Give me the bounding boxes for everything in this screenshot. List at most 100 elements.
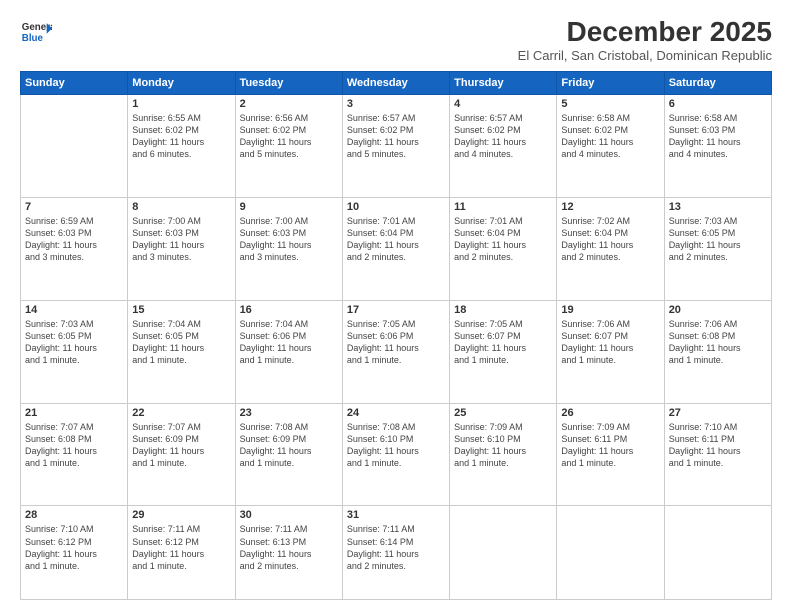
calendar-cell: 3 Sunrise: 6:57 AM Sunset: 6:02 PM Daylig… xyxy=(342,95,449,198)
calendar-cell: 27 Sunrise: 7:10 AM Sunset: 6:11 PM Dayli… xyxy=(664,403,771,506)
calendar-cell: 18Sunrise: 7:05 AM Sunset: 6:07 PM Dayli… xyxy=(450,300,557,403)
calendar-cell: 10 Sunrise: 7:01 AM Sunset: 6:04 PM Dayli… xyxy=(342,197,449,300)
day-info: Sunrise: 7:05 AM Sunset: 6:06 PM Dayligh… xyxy=(347,318,445,367)
day-number: 19 xyxy=(561,304,659,316)
calendar-cell: 4 Sunrise: 6:57 AM Sunset: 6:02 PM Daylig… xyxy=(450,95,557,198)
day-info: Sunrise: 6:57 AM Sunset: 6:02 PM Dayligh… xyxy=(347,112,445,161)
day-info: Sunrise: 7:03 AM Sunset: 6:05 PM Dayligh… xyxy=(25,318,123,367)
weekday-header-monday: Monday xyxy=(128,72,235,95)
weekday-header-row: SundayMondayTuesdayWednesdayThursdayFrid… xyxy=(21,72,772,95)
calendar-cell: 14 Sunrise: 7:03 AM Sunset: 6:05 PM Dayli… xyxy=(21,300,128,403)
calendar-table: SundayMondayTuesdayWednesdayThursdayFrid… xyxy=(20,71,772,600)
day-info: Sunrise: 6:59 AM Sunset: 6:03 PM Dayligh… xyxy=(25,215,123,264)
weekday-header-wednesday: Wednesday xyxy=(342,72,449,95)
calendar-cell: 20Sunrise: 7:06 AM Sunset: 6:08 PM Dayli… xyxy=(664,300,771,403)
day-number: 28 xyxy=(25,509,123,521)
day-number: 14 xyxy=(25,304,123,316)
logo: General Blue xyxy=(20,16,52,48)
day-info: Sunrise: 7:00 AM Sunset: 6:03 PM Dayligh… xyxy=(240,215,338,264)
day-number: 18 xyxy=(454,304,552,316)
calendar-cell: 24Sunrise: 7:08 AM Sunset: 6:10 PM Dayli… xyxy=(342,403,449,506)
calendar-cell: 2 Sunrise: 6:56 AM Sunset: 6:02 PM Daylig… xyxy=(235,95,342,198)
calendar-cell: 17Sunrise: 7:05 AM Sunset: 6:06 PM Dayli… xyxy=(342,300,449,403)
day-number: 15 xyxy=(132,304,230,316)
week-row-1: 7 Sunrise: 6:59 AM Sunset: 6:03 PM Daylig… xyxy=(21,197,772,300)
weekday-header-friday: Friday xyxy=(557,72,664,95)
day-number: 4 xyxy=(454,98,552,110)
day-info: Sunrise: 7:07 AM Sunset: 6:09 PM Dayligh… xyxy=(132,421,230,470)
day-number: 3 xyxy=(347,98,445,110)
calendar-cell: 5Sunrise: 6:58 AM Sunset: 6:02 PM Daylig… xyxy=(557,95,664,198)
location-title: El Carril, San Cristobal, Dominican Repu… xyxy=(518,48,772,63)
day-number: 25 xyxy=(454,407,552,419)
calendar-cell: 8Sunrise: 7:00 AM Sunset: 6:03 PM Daylig… xyxy=(128,197,235,300)
day-info: Sunrise: 7:10 AM Sunset: 6:11 PM Dayligh… xyxy=(669,421,767,470)
day-number: 20 xyxy=(669,304,767,316)
week-row-0: 1 Sunrise: 6:55 AM Sunset: 6:02 PM Daylig… xyxy=(21,95,772,198)
calendar-cell: 21 Sunrise: 7:07 AM Sunset: 6:08 PM Dayli… xyxy=(21,403,128,506)
day-info: Sunrise: 7:11 AM Sunset: 6:13 PM Dayligh… xyxy=(240,523,338,572)
week-row-3: 21 Sunrise: 7:07 AM Sunset: 6:08 PM Dayli… xyxy=(21,403,772,506)
calendar-cell xyxy=(557,506,664,600)
day-info: Sunrise: 7:07 AM Sunset: 6:08 PM Dayligh… xyxy=(25,421,123,470)
month-title: December 2025 xyxy=(518,16,772,48)
day-number: 26 xyxy=(561,407,659,419)
day-number: 23 xyxy=(240,407,338,419)
day-info: Sunrise: 7:11 AM Sunset: 6:14 PM Dayligh… xyxy=(347,523,445,572)
logo-icon: General Blue xyxy=(20,16,52,48)
day-number: 27 xyxy=(669,407,767,419)
calendar-cell: 22 Sunrise: 7:07 AM Sunset: 6:09 PM Dayli… xyxy=(128,403,235,506)
svg-text:Blue: Blue xyxy=(22,33,44,44)
day-number: 12 xyxy=(561,201,659,213)
day-number: 22 xyxy=(132,407,230,419)
calendar-cell: 13 Sunrise: 7:03 AM Sunset: 6:05 PM Dayli… xyxy=(664,197,771,300)
day-number: 21 xyxy=(25,407,123,419)
day-info: Sunrise: 7:03 AM Sunset: 6:05 PM Dayligh… xyxy=(669,215,767,264)
weekday-header-sunday: Sunday xyxy=(21,72,128,95)
week-row-2: 14 Sunrise: 7:03 AM Sunset: 6:05 PM Dayli… xyxy=(21,300,772,403)
day-info: Sunrise: 7:08 AM Sunset: 6:09 PM Dayligh… xyxy=(240,421,338,470)
day-number: 2 xyxy=(240,98,338,110)
calendar-cell: 9 Sunrise: 7:00 AM Sunset: 6:03 PM Daylig… xyxy=(235,197,342,300)
day-number: 1 xyxy=(132,98,230,110)
calendar-cell xyxy=(664,506,771,600)
calendar-cell: 11Sunrise: 7:01 AM Sunset: 6:04 PM Dayli… xyxy=(450,197,557,300)
calendar-cell: 23 Sunrise: 7:08 AM Sunset: 6:09 PM Dayli… xyxy=(235,403,342,506)
calendar-cell: 7 Sunrise: 6:59 AM Sunset: 6:03 PM Daylig… xyxy=(21,197,128,300)
day-info: Sunrise: 7:09 AM Sunset: 6:11 PM Dayligh… xyxy=(561,421,659,470)
day-number: 16 xyxy=(240,304,338,316)
day-info: Sunrise: 6:56 AM Sunset: 6:02 PM Dayligh… xyxy=(240,112,338,161)
day-info: Sunrise: 6:58 AM Sunset: 6:02 PM Dayligh… xyxy=(561,112,659,161)
calendar-cell: 19 Sunrise: 7:06 AM Sunset: 6:07 PM Dayli… xyxy=(557,300,664,403)
day-info: Sunrise: 7:02 AM Sunset: 6:04 PM Dayligh… xyxy=(561,215,659,264)
calendar-cell: 26 Sunrise: 7:09 AM Sunset: 6:11 PM Dayli… xyxy=(557,403,664,506)
calendar-cell: 6Sunrise: 6:58 AM Sunset: 6:03 PM Daylig… xyxy=(664,95,771,198)
day-info: Sunrise: 7:01 AM Sunset: 6:04 PM Dayligh… xyxy=(347,215,445,264)
day-number: 9 xyxy=(240,201,338,213)
page: General Blue December 2025 El Carril, Sa… xyxy=(0,0,792,612)
day-info: Sunrise: 7:10 AM Sunset: 6:12 PM Dayligh… xyxy=(25,523,123,572)
day-info: Sunrise: 7:04 AM Sunset: 6:05 PM Dayligh… xyxy=(132,318,230,367)
day-number: 31 xyxy=(347,509,445,521)
weekday-header-thursday: Thursday xyxy=(450,72,557,95)
day-info: Sunrise: 7:01 AM Sunset: 6:04 PM Dayligh… xyxy=(454,215,552,264)
calendar-cell: 25Sunrise: 7:09 AM Sunset: 6:10 PM Dayli… xyxy=(450,403,557,506)
day-info: Sunrise: 7:11 AM Sunset: 6:12 PM Dayligh… xyxy=(132,523,230,572)
day-number: 6 xyxy=(669,98,767,110)
calendar-cell: 1 Sunrise: 6:55 AM Sunset: 6:02 PM Daylig… xyxy=(128,95,235,198)
calendar-cell xyxy=(21,95,128,198)
day-number: 7 xyxy=(25,201,123,213)
calendar-cell: 16 Sunrise: 7:04 AM Sunset: 6:06 PM Dayli… xyxy=(235,300,342,403)
day-info: Sunrise: 7:06 AM Sunset: 6:07 PM Dayligh… xyxy=(561,318,659,367)
day-number: 10 xyxy=(347,201,445,213)
week-row-4: 28 Sunrise: 7:10 AM Sunset: 6:12 PM Dayli… xyxy=(21,506,772,600)
day-number: 24 xyxy=(347,407,445,419)
day-info: Sunrise: 7:04 AM Sunset: 6:06 PM Dayligh… xyxy=(240,318,338,367)
day-info: Sunrise: 6:57 AM Sunset: 6:02 PM Dayligh… xyxy=(454,112,552,161)
weekday-header-tuesday: Tuesday xyxy=(235,72,342,95)
day-info: Sunrise: 7:00 AM Sunset: 6:03 PM Dayligh… xyxy=(132,215,230,264)
calendar-cell xyxy=(450,506,557,600)
day-number: 13 xyxy=(669,201,767,213)
day-info: Sunrise: 6:55 AM Sunset: 6:02 PM Dayligh… xyxy=(132,112,230,161)
calendar-cell: 30Sunrise: 7:11 AM Sunset: 6:13 PM Dayli… xyxy=(235,506,342,600)
